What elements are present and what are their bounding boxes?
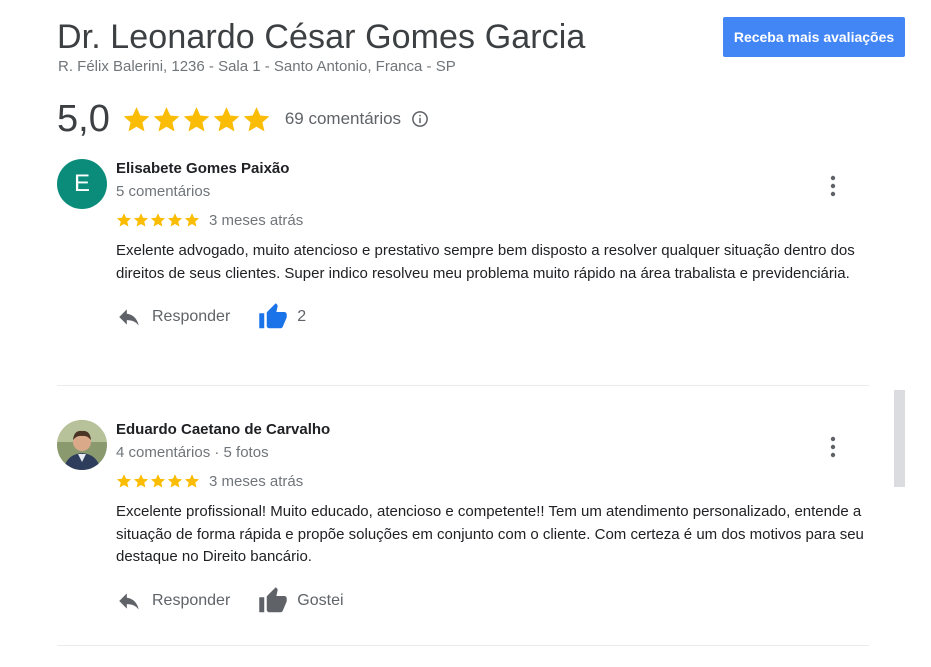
rating-stars <box>122 105 271 134</box>
review-text: Excelente profissional! Muito educado, a… <box>116 503 864 566</box>
review-item: E Elisabete Gomes Paixão 5 comentários 3… <box>57 159 869 359</box>
star-icon <box>243 106 270 131</box>
review-date: 3 meses atrás <box>209 472 304 490</box>
reply-icon <box>119 593 139 610</box>
star-icon <box>184 474 200 488</box>
star-icon <box>116 474 132 488</box>
like-button[interactable]: 2 <box>258 302 306 332</box>
star-icon <box>167 213 183 227</box>
like-button[interactable]: Gostei <box>258 586 344 616</box>
info-icon[interactable] <box>411 110 429 128</box>
reviewer-meta: 4 comentários · 5 fotos <box>116 444 269 461</box>
review-date: 3 meses atrás <box>209 211 304 229</box>
scrollbar-thumb[interactable] <box>894 390 905 487</box>
star-icon <box>213 106 240 131</box>
divider <box>57 385 869 386</box>
thumbs-up-icon <box>259 303 288 329</box>
reviewer-name[interactable]: Eduardo Caetano de Carvalho <box>116 420 876 440</box>
avatar[interactable] <box>57 420 107 470</box>
reviewer-name[interactable]: Elisabete Gomes Paixão <box>116 159 876 179</box>
more-options-icon[interactable] <box>823 171 843 201</box>
avatar[interactable]: E <box>57 159 107 209</box>
reply-button[interactable]: Responder <box>116 304 230 330</box>
review-text: Exelente advogado, muito atencioso e pre… <box>116 242 855 282</box>
reviewer-meta: 5 comentários <box>116 183 211 200</box>
star-icon <box>150 474 166 488</box>
reply-label: Responder <box>152 591 231 609</box>
star-icon <box>133 213 149 227</box>
reply-button[interactable]: Responder <box>116 588 230 614</box>
divider <box>57 645 869 646</box>
like-label: Gostei <box>297 591 344 609</box>
rating-score: 5,0 <box>57 97 110 140</box>
thumbs-up-icon <box>259 587 288 613</box>
star-icon <box>184 213 200 227</box>
review-count: 69 comentários <box>284 109 402 128</box>
review-item: Eduardo Caetano de Carvalho 4 comentário… <box>57 420 869 620</box>
business-title: Dr. Leonardo César Gomes Garcia <box>57 18 586 56</box>
overall-rating: 5,0 69 comentários <box>57 94 429 144</box>
reply-label: Responder <box>152 308 231 326</box>
star-icon <box>116 213 132 227</box>
star-icon <box>167 474 183 488</box>
reply-icon <box>119 309 139 326</box>
more-options-icon[interactable] <box>823 432 843 462</box>
star-icon <box>133 474 149 488</box>
get-more-reviews-button[interactable]: Receba mais avaliações <box>723 17 905 57</box>
business-address: R. Félix Balerini, 1236 - Sala 1 - Santo… <box>58 58 456 75</box>
review-stars <box>116 212 200 228</box>
like-count: 2 <box>297 308 307 326</box>
star-icon <box>150 213 166 227</box>
star-icon <box>123 106 150 131</box>
star-icon <box>153 106 180 131</box>
star-icon <box>183 106 210 131</box>
review-stars <box>116 473 200 489</box>
